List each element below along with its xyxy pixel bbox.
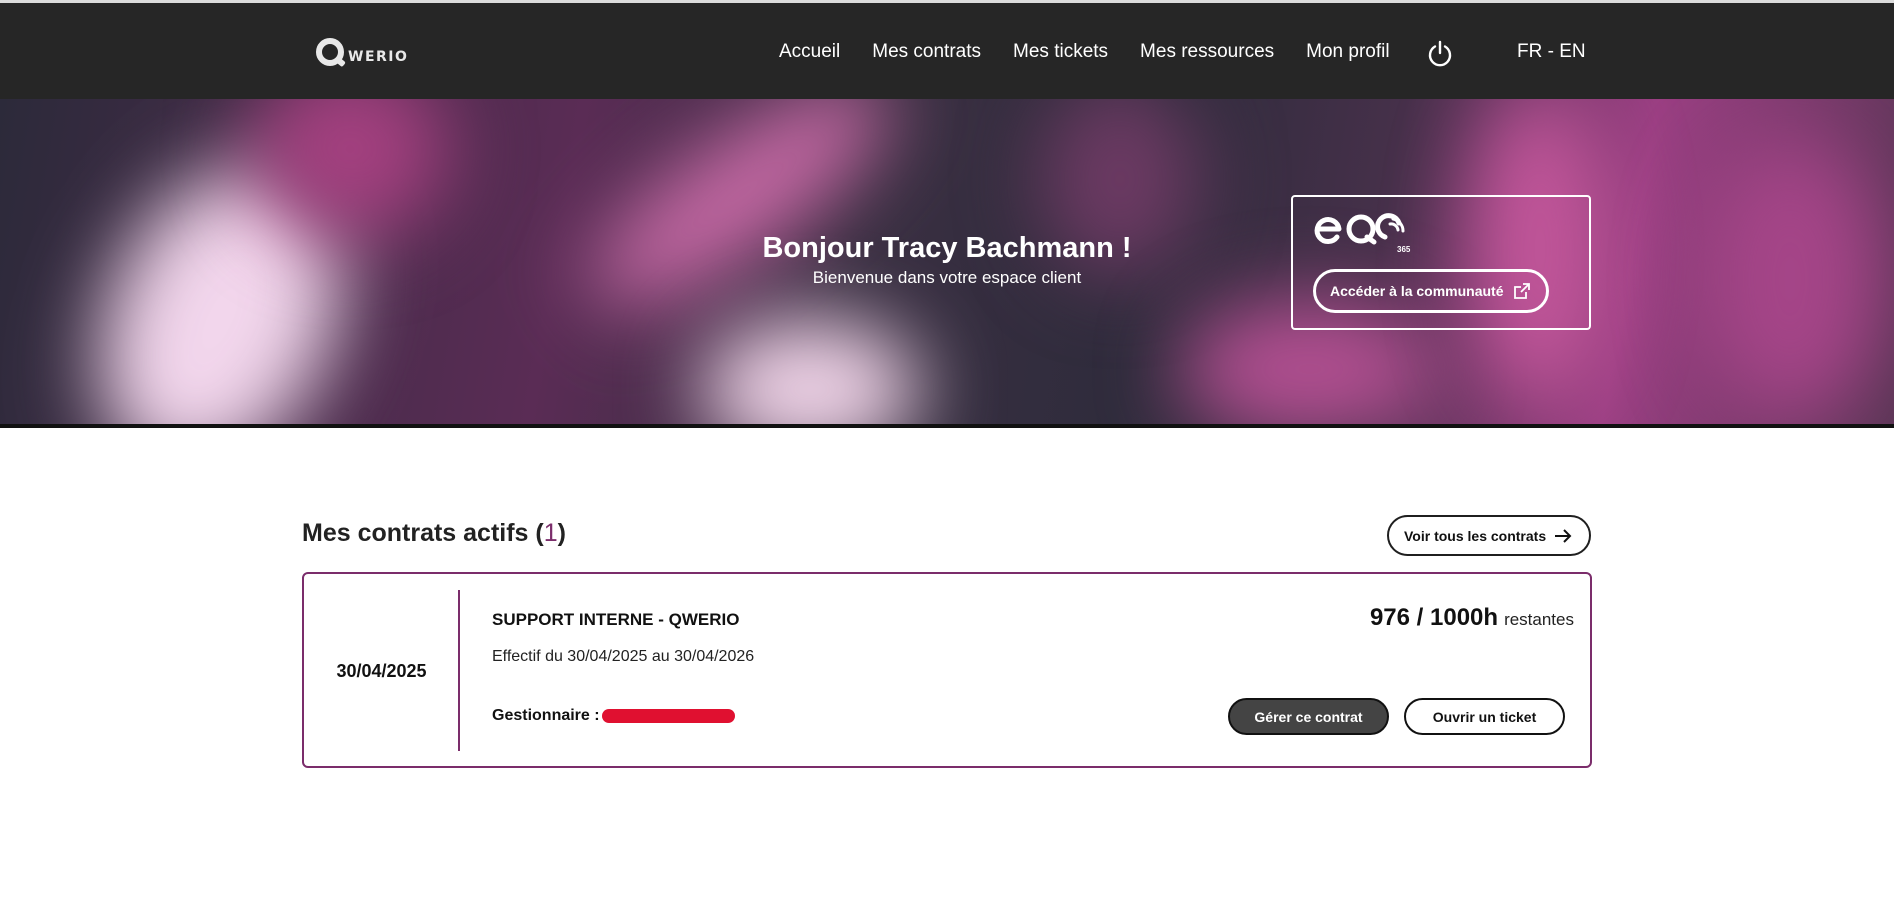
nav-item-mes-tickets[interactable]: Mes tickets <box>1013 41 1108 63</box>
logo-text: WERIO <box>348 49 409 65</box>
remaining-hours: 976 / 1000h restantes <box>1370 604 1574 632</box>
eqo-community-card: 365 Accéder à la communauté <box>1291 195 1591 330</box>
contract-date: 30/04/2025 <box>336 661 427 681</box>
contract-period: Effectif du 30/04/2025 au 30/04/2026 <box>492 648 755 665</box>
lang-en[interactable]: EN <box>1559 41 1585 62</box>
lang-separator: - <box>1542 41 1560 62</box>
open-ticket-button[interactable]: Ouvrir un ticket <box>1404 698 1565 735</box>
contract-name: SUPPORT INTERNE - QWERIO <box>492 610 740 629</box>
view-all-contracts-button[interactable]: Voir tous les contrats <box>1387 515 1591 556</box>
language-switcher: FR - EN <box>1517 41 1586 63</box>
manage-contract-button[interactable]: Gérer ce contrat <box>1228 698 1389 735</box>
arrow-right-icon <box>1555 528 1572 543</box>
greeting-subtitle: Bienvenue dans votre espace client <box>812 268 1082 287</box>
hero-bg-blob <box>561 99 919 343</box>
eqo-365-logo: 365 <box>1314 213 1411 254</box>
manager-label: Gestionnaire : <box>492 707 600 724</box>
lang-fr[interactable]: FR <box>1517 41 1542 62</box>
count-paren-close: ) <box>557 519 566 547</box>
svg-text:365: 365 <box>1397 245 1411 254</box>
view-all-contracts-label: Voir tous les contrats <box>1404 527 1547 544</box>
external-link-icon <box>1513 283 1530 299</box>
active-contracts-title-text: Mes contrats actifs <box>302 519 529 547</box>
access-community-label: Accéder à la communauté <box>1330 283 1504 299</box>
nav-item-mon-profil[interactable]: Mon profil <box>1306 41 1389 63</box>
contract-manager: Gestionnaire : <box>492 707 735 725</box>
hero-bg-blob <box>700 319 920 428</box>
power-icon[interactable] <box>1427 40 1453 68</box>
hours-value: 976 / 1000h <box>1369 604 1499 631</box>
main-nav: Accueil Mes contrats Mes tickets Mes res… <box>779 41 1422 63</box>
qwerio-logo[interactable]: WERIO <box>316 38 408 66</box>
hours-label: restantes <box>1504 610 1574 629</box>
active-contracts-title: Mes contrats actifs (1) <box>302 519 566 548</box>
contract-card: 30/04/2025 SUPPORT INTERNE - QWERIO Effe… <box>302 572 1592 768</box>
nav-item-mes-ressources[interactable]: Mes ressources <box>1140 41 1274 63</box>
access-community-button[interactable]: Accéder à la communauté <box>1313 269 1549 313</box>
top-navbar: WERIO Accueil Mes contrats Mes tickets M… <box>0 0 1894 99</box>
manager-name-redacted <box>601 709 735 723</box>
qwerio-logo-mark <box>316 38 344 66</box>
active-contracts-count: 1 <box>543 519 558 547</box>
hero-bottom-border <box>0 424 1894 428</box>
contract-divider <box>458 590 460 751</box>
nav-item-mes-contrats[interactable]: Mes contrats <box>872 41 981 63</box>
count-paren-open: ( <box>535 519 544 547</box>
greeting-title: Bonjour Tracy Bachmann ! <box>762 232 1132 264</box>
nav-item-accueil[interactable]: Accueil <box>779 41 840 63</box>
